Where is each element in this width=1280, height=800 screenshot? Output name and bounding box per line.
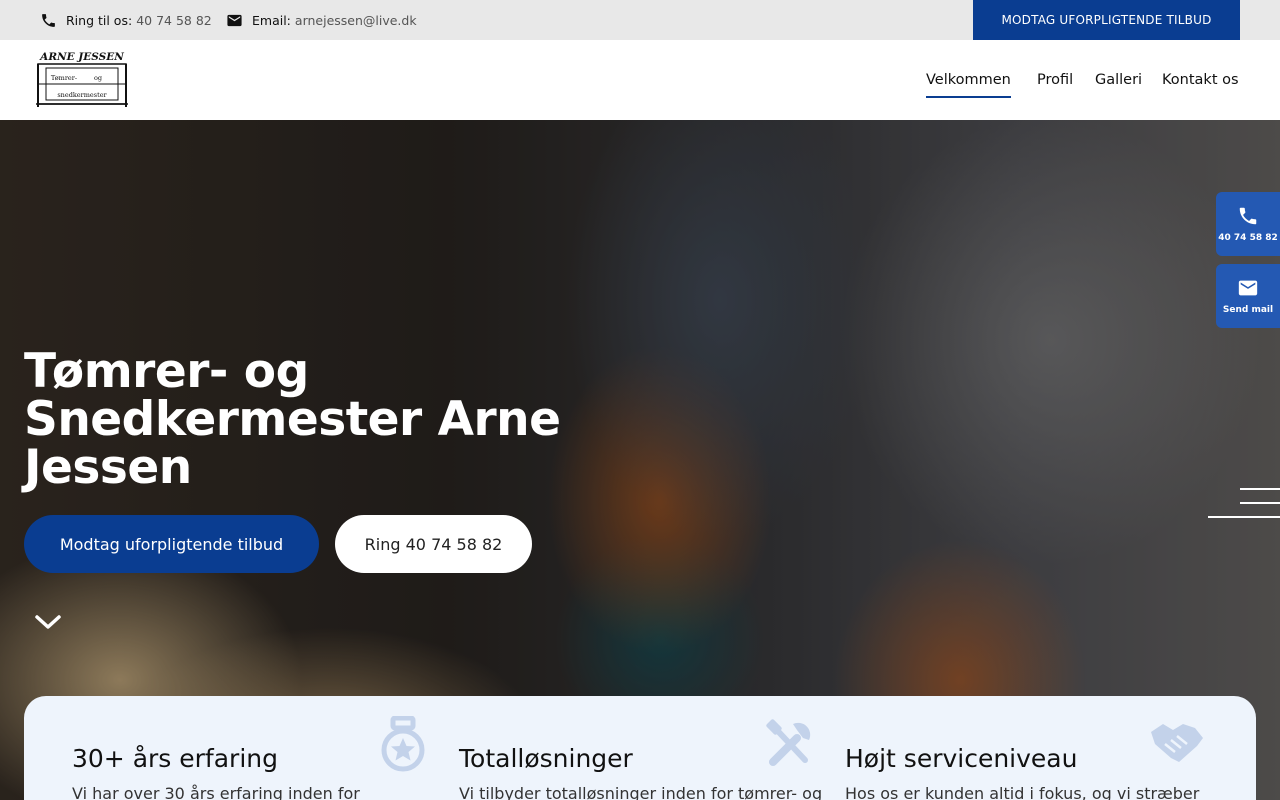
site-header: ARNE JESSEN Tømrer- og snedkermester Vel… <box>0 40 1280 120</box>
nav-profil[interactable]: Profil <box>1037 40 1073 120</box>
svg-text:og: og <box>94 74 102 82</box>
email-contact[interactable]: Email: arnejessen@live.dk <box>226 0 417 40</box>
feature-total-solutions: Totalløsninger Vi tilbyder totalløsninge… <box>459 696 823 800</box>
company-logo[interactable]: ARNE JESSEN Tømrer- og snedkermester <box>34 48 130 110</box>
feature-text: Hos os er kunden altid i fokus, og vi st… <box>845 784 1200 800</box>
phone-icon <box>42 13 55 27</box>
feature-text: Vi tilbyder totalløsninger inden for tøm… <box>459 784 823 800</box>
logo-top-text: ARNE JESSEN <box>39 51 124 63</box>
feature-title: Højt serviceniveau <box>845 744 1078 773</box>
nav-galleri[interactable]: Galleri <box>1095 40 1142 120</box>
side-phone-label: 40 74 58 82 <box>1218 233 1278 243</box>
svg-text:Tømrer-: Tømrer- <box>51 74 77 82</box>
features-card: 30+ års erfaring Vi har over 30 års erfa… <box>24 696 1256 800</box>
hero-title: Tømrer- og Snedkermester Arne Jessen <box>24 344 561 495</box>
feature-service: Højt serviceniveau Hos os er kunden alti… <box>845 696 1205 800</box>
mail-icon <box>227 14 242 26</box>
feature-title: Totalløsninger <box>459 744 633 773</box>
email-label: Email: <box>252 12 291 28</box>
phone-icon <box>1239 207 1257 225</box>
mail-icon <box>1238 280 1258 296</box>
nav-kontakt-os[interactable]: Kontakt os <box>1162 40 1239 120</box>
quote-button[interactable]: Modtag uforpligtende tilbud <box>24 515 319 573</box>
phone-number[interactable]: 40 74 58 82 <box>136 13 212 28</box>
feature-experience: 30+ års erfaring Vi har over 30 års erfa… <box>72 696 432 800</box>
medal-icon <box>381 716 425 772</box>
side-mail-label: Send mail <box>1222 305 1274 315</box>
decorative-lines <box>1208 488 1280 520</box>
top-contact-bar: Ring til os: 40 74 58 82 Email: arnejess… <box>0 0 1280 40</box>
handshake-icon <box>1151 724 1203 762</box>
svg-text:snedkermester: snedkermester <box>57 91 107 99</box>
email-address[interactable]: arnejessen@live.dk <box>295 13 417 28</box>
chevron-down-icon[interactable] <box>33 610 63 634</box>
top-quote-button[interactable]: MODTAG UFORPLIGTENDE TILBUD <box>973 0 1240 40</box>
phone-contact[interactable]: Ring til os: 40 74 58 82 <box>40 0 212 40</box>
phone-label: Ring til os: <box>66 12 133 28</box>
side-mail-button[interactable]: Send mail <box>1216 264 1280 328</box>
side-phone-button[interactable]: 40 74 58 82 <box>1216 192 1280 256</box>
feature-title: 30+ års erfaring <box>72 744 278 773</box>
call-button[interactable]: Ring 40 74 58 82 <box>335 515 532 573</box>
nav-velkommen[interactable]: Velkommen <box>926 40 1011 120</box>
feature-text: Vi har over 30 års erfaring inden for <box>72 784 360 800</box>
tools-icon <box>766 719 811 766</box>
